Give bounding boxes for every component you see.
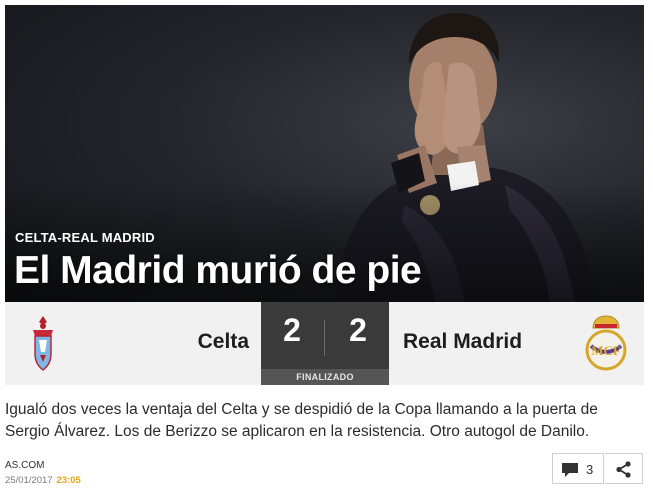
share-icon: [616, 461, 631, 478]
speech-bubble-icon: [562, 463, 578, 477]
home-team-name[interactable]: Celta: [198, 330, 249, 354]
hero-image[interactable]: CELTA-REAL MADRID El Madrid murió de pie: [5, 5, 644, 302]
news-card[interactable]: CELTA-REAL MADRID El Madrid murió de pie…: [5, 5, 644, 491]
publish-date-row: 25/01/2017 23:05: [5, 475, 81, 486]
match-status: FINALIZADO: [261, 369, 389, 385]
celta-crest-icon: [33, 316, 53, 371]
article-kicker[interactable]: CELTA-REAL MADRID: [15, 230, 155, 245]
away-score: 2: [349, 312, 367, 348]
article-headline[interactable]: El Madrid murió de pie: [14, 249, 422, 293]
article-source: AS.COM: [5, 460, 45, 471]
real-madrid-crest-icon: MCF: [585, 315, 627, 371]
match-scoreboard[interactable]: Celta 2 2 FINALIZADO Real Madrid MCF: [5, 302, 644, 385]
svg-text:MCF: MCF: [591, 343, 621, 358]
comments-count: 3: [586, 462, 594, 477]
home-score: 2: [283, 312, 301, 348]
comments-button[interactable]: 3: [552, 453, 604, 484]
away-team-name[interactable]: Real Madrid: [403, 330, 522, 354]
score-divider: [324, 320, 325, 356]
publish-time: 23:05: [56, 475, 81, 486]
score-box: 2 2 FINALIZADO: [261, 302, 389, 385]
publish-date: 25/01/2017: [5, 475, 53, 486]
share-button[interactable]: [605, 453, 643, 484]
article-summary[interactable]: Igualó dos veces la ventaja del Celta y …: [5, 399, 644, 443]
